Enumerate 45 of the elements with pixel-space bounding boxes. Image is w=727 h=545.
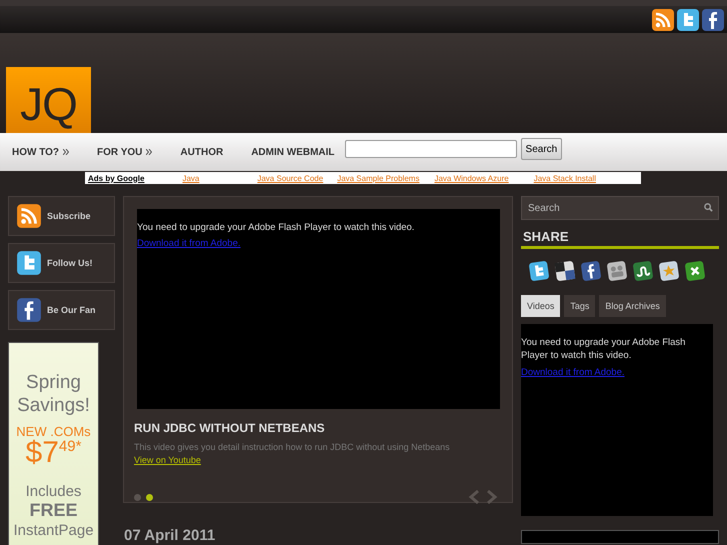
people-tile-icon[interactable] (606, 260, 628, 282)
menu-item[interactable]: AUTHOR (180, 146, 224, 158)
logo[interactable]: JQ (6, 67, 91, 133)
search-button[interactable]: Search (520, 138, 562, 160)
banner-footer: Includes FREE InstantPage (13, 482, 94, 540)
banner-headline: Spring Savings! (17, 371, 90, 417)
slide-dot[interactable] (134, 494, 141, 500)
search-field[interactable] (344, 140, 517, 158)
facebook-icon[interactable] (580, 260, 602, 282)
bird-tile-icon[interactable] (528, 260, 550, 282)
bird-tile-icon[interactable] (676, 8, 700, 32)
checker-tile-icon[interactable] (554, 260, 576, 282)
section-heading: SHARE (521, 229, 719, 249)
youtube-link[interactable]: View on Youtube (134, 455, 201, 465)
facebook-icon[interactable] (701, 8, 725, 32)
ad-banner[interactable]: Spring Savings! NEW .COMs $7$^{49*}$ Includes FREE InstantPage (8, 342, 99, 545)
tab[interactable]: Blog Archives (599, 295, 666, 317)
flash-message: You need to upgrade your Adobe Flash Player to watch this video. (521, 336, 686, 362)
plus-tile-icon[interactable] (684, 260, 706, 282)
social-button[interactable]: Follow Us! (8, 243, 115, 283)
star-tile-icon[interactable] (658, 260, 680, 282)
video-description: This video gives you detail instruction how to run JDBC without using Netbeans View on Youtube (134, 441, 451, 467)
double-chevron-icon (63, 149, 70, 155)
social-button[interactable]: Subscribe (8, 196, 115, 236)
social-button[interactable]: Be Our Fan (8, 290, 115, 330)
search-icon[interactable] (704, 203, 713, 212)
tab[interactable]: Tags (564, 295, 596, 317)
stumble-tile-icon[interactable] (632, 260, 654, 282)
video-title: RUN JDBC WITHOUT NETBEANS (134, 421, 326, 435)
menu-item[interactable]: HOW TO? (12, 146, 70, 158)
double-chevron-icon (146, 149, 152, 155)
ads-label[interactable]: Ads by Google (88, 174, 144, 182)
menu-item[interactable]: FOR YOU (97, 146, 152, 158)
rss-icon[interactable] (651, 8, 675, 32)
flash-message: You need to upgrade your Adobe Flash Player to watch this video. (137, 222, 416, 233)
post-date: 07 April 2011 (123, 527, 216, 544)
slide-dot[interactable] (146, 494, 153, 500)
menu-item[interactable]: ADMIN WEBMAIL (251, 146, 335, 158)
rss-icon[interactable] (16, 203, 42, 229)
search-field[interactable]: Search (521, 196, 719, 220)
facebook-icon[interactable] (16, 297, 42, 323)
banner-price: $7$^{49*}$ (26, 438, 82, 468)
bird-tile-icon[interactable] (16, 250, 42, 276)
tab[interactable]: Videos (521, 295, 560, 317)
banner-offer: NEW .COMs (16, 425, 91, 438)
